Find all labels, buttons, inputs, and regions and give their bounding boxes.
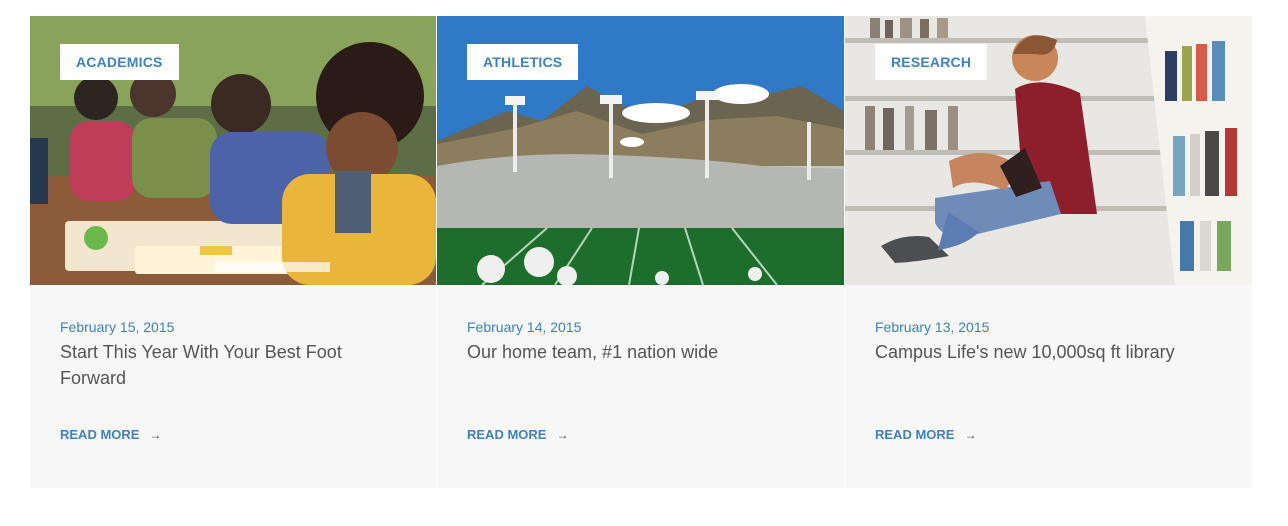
read-more-label: READ MORE — [467, 427, 547, 442]
category-badge[interactable]: RESEARCH — [875, 44, 988, 80]
card-content: February 15, 2015 Start This Year With Y… — [30, 285, 436, 488]
card-content: February 13, 2015 Campus Life's new 10,0… — [845, 285, 1252, 488]
news-card-academics[interactable]: ACADEMICS February 15, 2015 Start This Y… — [30, 16, 436, 488]
read-more-label: READ MORE — [875, 427, 955, 442]
post-title[interactable]: Start This Year With Your Best Foot Forw… — [60, 339, 406, 391]
post-date: February 14, 2015 — [467, 319, 582, 335]
category-badge[interactable]: ATHLETICS — [467, 44, 579, 80]
post-title[interactable]: Our home team, #1 nation wide — [467, 339, 814, 365]
category-badge[interactable]: ACADEMICS — [60, 44, 179, 80]
post-date: February 15, 2015 — [60, 319, 175, 335]
read-more-link[interactable]: READ MORE → — [60, 427, 161, 442]
card-content: February 14, 2015 Our home team, #1 nati… — [437, 285, 844, 488]
research-photo[interactable]: RESEARCH — [845, 16, 1252, 285]
post-date: February 13, 2015 — [875, 319, 990, 335]
news-card-grid: ACADEMICS February 15, 2015 Start This Y… — [30, 16, 1252, 488]
academics-photo[interactable]: ACADEMICS — [30, 16, 436, 285]
read-more-link[interactable]: READ MORE → — [875, 427, 976, 442]
news-card-research[interactable]: RESEARCH February 13, 2015 Campus Life's… — [845, 16, 1252, 488]
athletics-photo[interactable]: ATHLETICS — [437, 16, 844, 285]
arrow-right-icon: → — [556, 427, 569, 442]
read-more-link[interactable]: READ MORE → — [467, 427, 568, 442]
arrow-right-icon: → — [149, 427, 162, 442]
arrow-right-icon: → — [964, 427, 977, 442]
read-more-label: READ MORE — [60, 427, 140, 442]
news-card-athletics[interactable]: ATHLETICS February 14, 2015 Our home tea… — [437, 16, 844, 488]
post-title[interactable]: Campus Life's new 10,000sq ft library — [875, 339, 1222, 365]
